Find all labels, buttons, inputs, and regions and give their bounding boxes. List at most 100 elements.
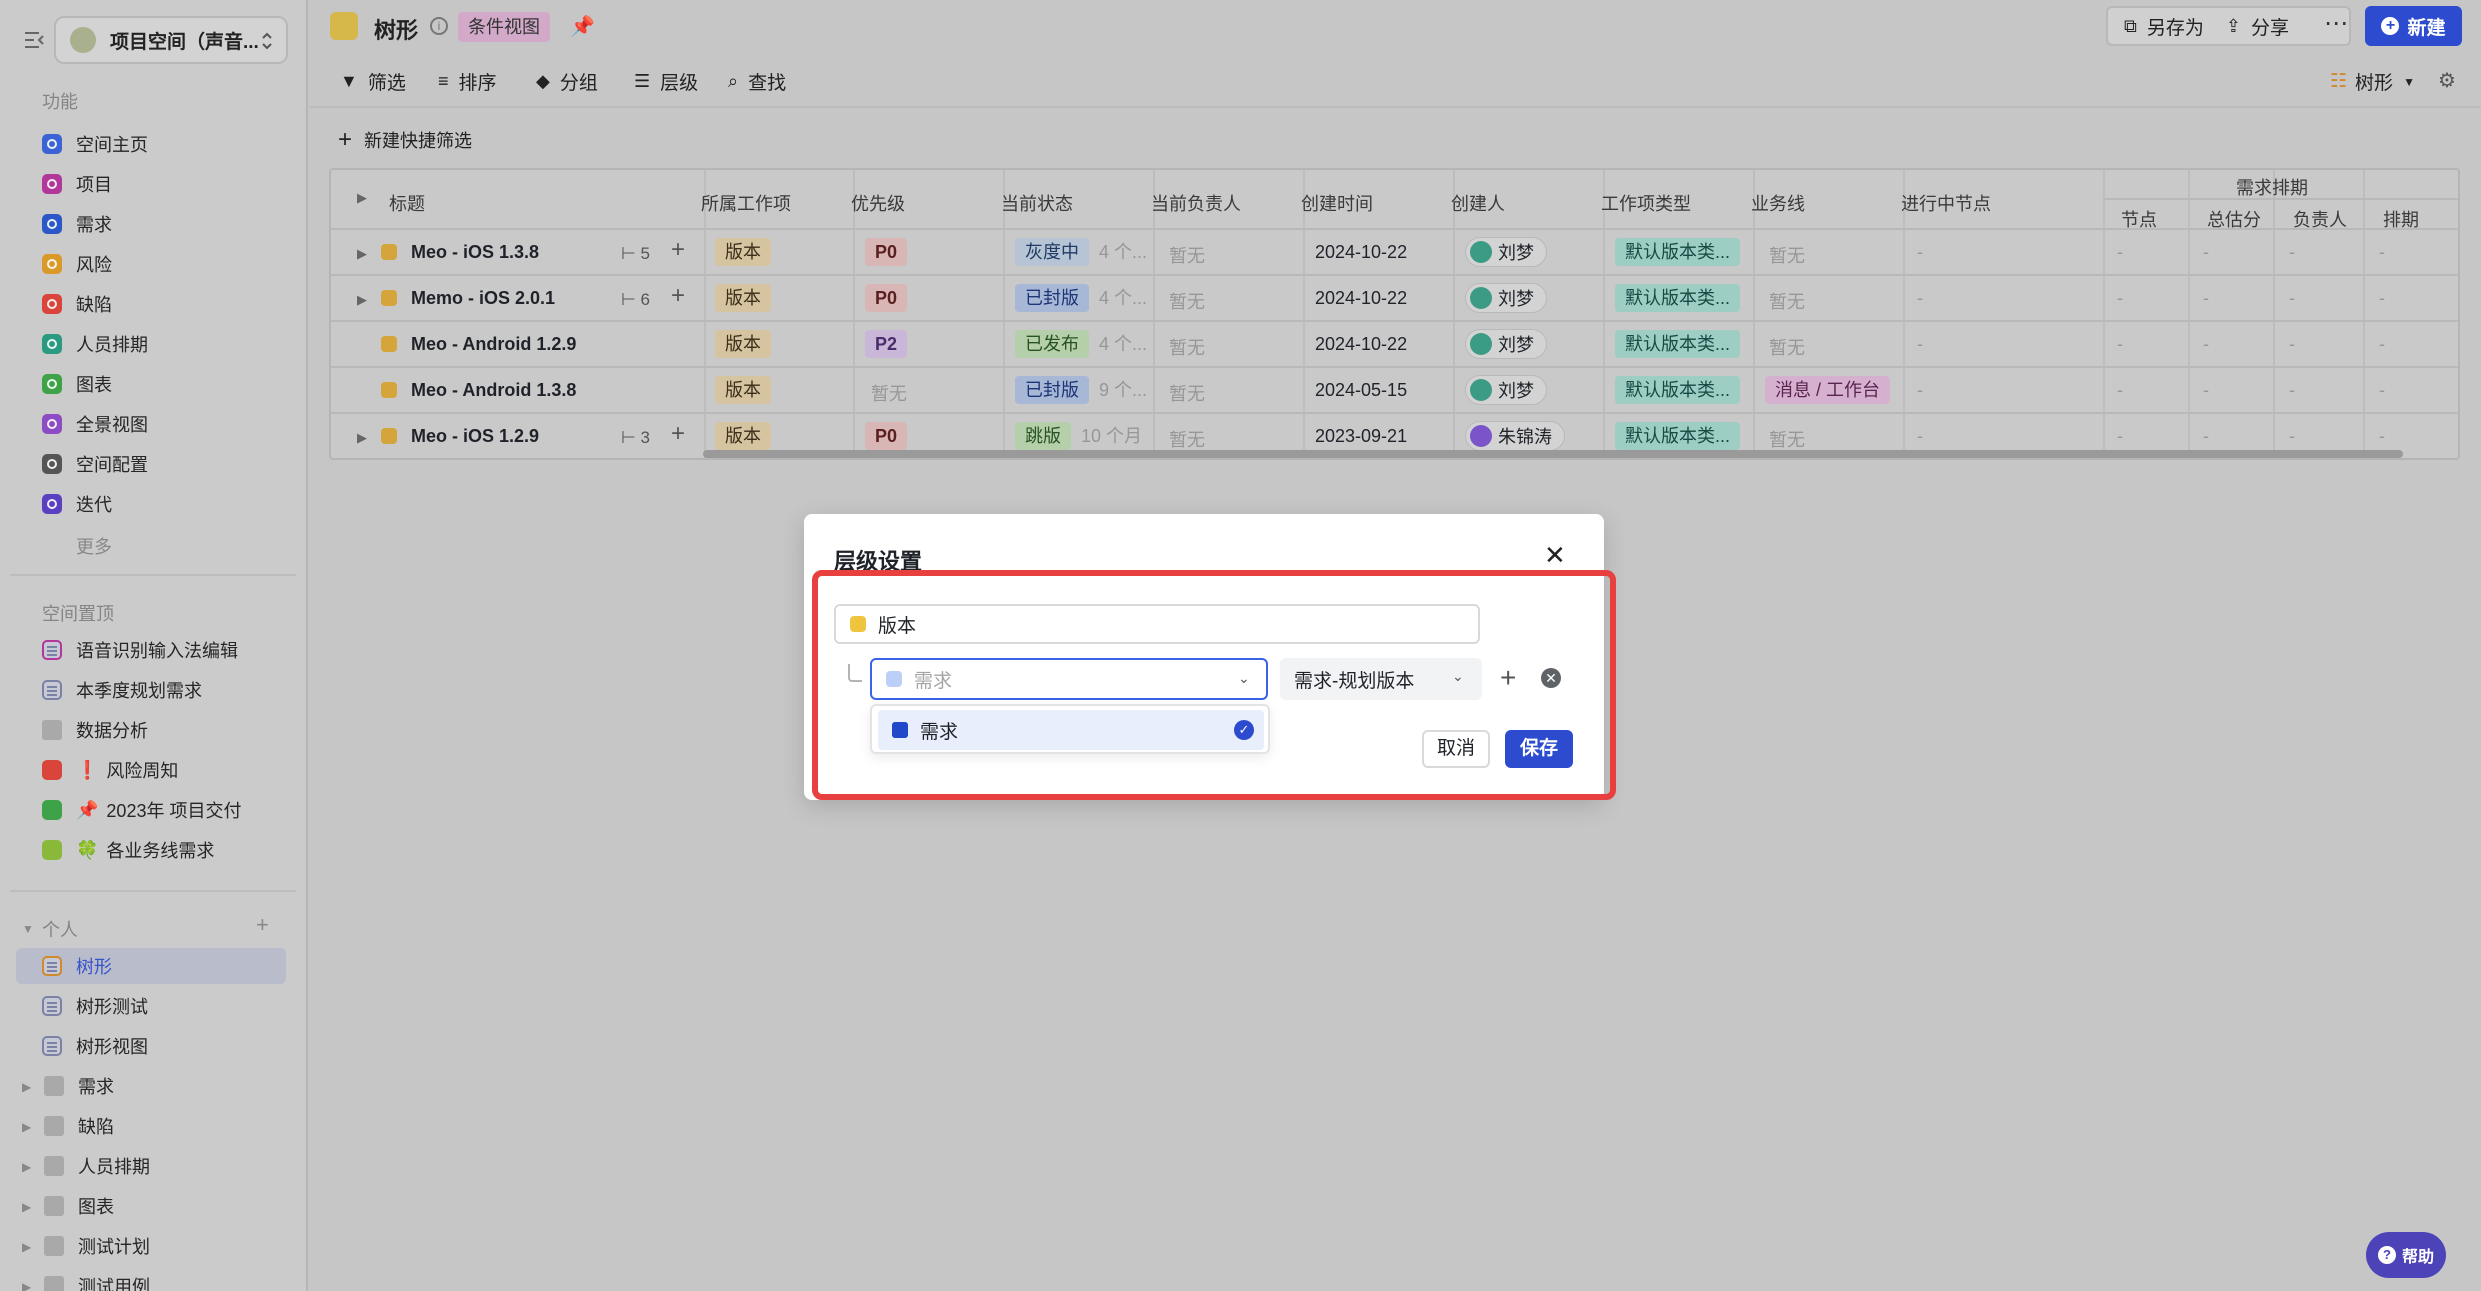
biz-cell[interactable]: 暂无	[1769, 334, 1805, 360]
close-icon[interactable]: ✕	[1544, 542, 1566, 568]
more-link[interactable]: 更多	[16, 528, 286, 564]
relation-select[interactable]: 需求-规划版本 ⌄	[1280, 658, 1482, 700]
sliders-icon[interactable]: ⚙	[2438, 68, 2456, 93]
type-cell[interactable]: 默认版本类...	[1615, 238, 1741, 266]
level-button[interactable]: ☰ 层级	[634, 68, 698, 95]
priority-cell[interactable]: P0	[865, 422, 908, 450]
priority-cell[interactable]: P2	[865, 330, 908, 358]
sidebar-item-5[interactable]: 人员排期	[16, 326, 286, 362]
column-header[interactable]: 优先级	[851, 190, 905, 216]
sidebar-item-4[interactable]: 缺陷	[16, 286, 286, 322]
owner-cell[interactable]: 暂无	[1169, 334, 1205, 360]
info-icon[interactable]: i	[430, 17, 448, 35]
status-cell[interactable]: 灰度中 4 个...	[1015, 238, 1147, 266]
pinned-item-3[interactable]: ❗ 风险周知	[16, 752, 286, 788]
dropdown-option-requirement[interactable]: 需求 ✓	[878, 710, 1264, 750]
column-header[interactable]: 进行中节点	[1901, 190, 1991, 216]
sort-button[interactable]: ≡ 排序	[438, 68, 497, 95]
creator-cell[interactable]: 刘梦	[1465, 283, 1547, 314]
sidebar-item-1[interactable]: 项目	[16, 166, 286, 202]
pin-icon[interactable]: 📌	[570, 14, 595, 39]
level1-field[interactable]: 版本	[834, 604, 1480, 644]
sidebar-collapse-icon[interactable]	[22, 28, 46, 52]
type-cell[interactable]: 默认版本类...	[1615, 330, 1741, 358]
biz-cell[interactable]: 暂无	[1769, 242, 1805, 268]
priority-cell[interactable]: P0	[865, 284, 908, 312]
sidebar-item-2[interactable]: 需求	[16, 206, 286, 242]
sub-column-header[interactable]: 节点	[2121, 206, 2157, 232]
item-cell[interactable]: 版本	[715, 238, 771, 266]
row-title[interactable]: Meo - Android 1.3.8	[381, 380, 576, 401]
remove-level-icon[interactable]: ✕	[1541, 668, 1561, 688]
type-cell[interactable]: 默认版本类...	[1615, 422, 1741, 450]
folder-1[interactable]: 缺陷	[16, 1108, 286, 1144]
horizontal-scrollbar[interactable]	[703, 450, 2403, 458]
owner-cell[interactable]: 暂无	[1169, 242, 1205, 268]
add-child-icon[interactable]: +	[671, 236, 685, 264]
pinned-item-4[interactable]: 📌 2023年 项目交付	[16, 792, 286, 828]
pinned-item-1[interactable]: 本季度规划需求	[16, 672, 286, 708]
column-header[interactable]: 所属工作项	[701, 190, 791, 216]
personal-view-1[interactable]: 树形测试	[16, 988, 286, 1024]
save-button[interactable]: 保存	[1505, 730, 1573, 768]
personal-view-2[interactable]: 树形视图	[16, 1028, 286, 1064]
creator-cell[interactable]: 刘梦	[1465, 329, 1547, 360]
sub-column-header[interactable]: 总估分	[2207, 206, 2261, 232]
more-icon[interactable]: ⋯	[2318, 6, 2354, 46]
sidebar-item-6[interactable]: 图表	[16, 366, 286, 402]
column-header[interactable]: 标题	[389, 190, 425, 216]
folder-4[interactable]: 测试计划	[16, 1228, 286, 1264]
row-title[interactable]: Meo - Android 1.2.9	[381, 334, 576, 355]
filter-button[interactable]: ▼ 筛选	[340, 68, 406, 95]
folder-2[interactable]: 人员排期	[16, 1148, 286, 1184]
save-as-button[interactable]: ⧉ 另存为	[2108, 8, 2220, 44]
expand-row-icon[interactable]: ▶	[357, 430, 367, 446]
column-header[interactable]: 创建时间	[1301, 190, 1373, 216]
type-cell[interactable]: 默认版本类...	[1615, 284, 1741, 312]
item-cell[interactable]: 版本	[715, 330, 771, 358]
status-cell[interactable]: 跳版 10 个月	[1015, 422, 1142, 450]
owner-cell[interactable]: 暂无	[1169, 288, 1205, 314]
row-title[interactable]: Memo - iOS 2.0.1	[381, 288, 555, 309]
column-header[interactable]: 当前状态	[1001, 190, 1073, 216]
view-mode-switch[interactable]: ☷ 树形 ▼	[2330, 68, 2415, 95]
biz-cell[interactable]: 暂无	[1769, 426, 1805, 452]
owner-cell[interactable]: 暂无	[1169, 426, 1205, 452]
add-child-icon[interactable]: +	[671, 420, 685, 448]
help-button[interactable]: ? 帮助	[2366, 1232, 2446, 1278]
status-cell[interactable]: 已发布 4 个...	[1015, 330, 1147, 358]
space-selector[interactable]: 项目空间（声音...	[54, 16, 288, 64]
find-button[interactable]: ⌕ 查找	[728, 68, 786, 95]
column-header[interactable]: 创建人	[1451, 190, 1505, 216]
status-cell[interactable]: 已封版 4 个...	[1015, 284, 1147, 312]
new-quick-filter-button[interactable]: + 新建快捷筛选	[338, 126, 472, 154]
folder-0[interactable]: 需求	[16, 1068, 286, 1104]
biz-cell[interactable]: 暂无	[1769, 288, 1805, 314]
caret-down-icon[interactable]: ▼	[22, 922, 34, 936]
column-header[interactable]: 业务线	[1751, 190, 1805, 216]
item-cell[interactable]: 版本	[715, 376, 771, 404]
sidebar-item-7[interactable]: 全景视图	[16, 406, 286, 442]
cancel-button[interactable]: 取消	[1422, 730, 1490, 768]
group-column-header[interactable]: 需求排期	[2236, 174, 2308, 200]
folder-3[interactable]: 图表	[16, 1188, 286, 1224]
expand-row-icon[interactable]: ▶	[357, 292, 367, 308]
sub-column-header[interactable]: 负责人	[2293, 206, 2347, 232]
share-button[interactable]: ⇪ 分享	[2220, 8, 2305, 44]
priority-cell[interactable]: 暂无	[871, 380, 907, 406]
row-title[interactable]: Meo - iOS 1.3.8	[381, 242, 539, 263]
group-button[interactable]: ◆ 分组	[536, 68, 598, 95]
sub-column-header[interactable]: 排期	[2383, 206, 2419, 232]
type-cell[interactable]: 默认版本类...	[1615, 376, 1741, 404]
add-child-icon[interactable]: +	[671, 282, 685, 310]
creator-cell[interactable]: 朱锦涛	[1465, 421, 1565, 452]
level2-select[interactable]: 需求 ⌄	[870, 658, 1268, 700]
add-personal-view-icon[interactable]: +	[256, 912, 269, 938]
status-cell[interactable]: 已封版 9 个...	[1015, 376, 1147, 404]
priority-cell[interactable]: P0	[865, 238, 908, 266]
biz-cell[interactable]: 消息 / 工作台	[1765, 376, 1891, 404]
pinned-item-0[interactable]: 语音识别输入法编辑	[16, 632, 286, 668]
new-button[interactable]: + 新建	[2365, 6, 2462, 46]
sidebar-item-3[interactable]: 风险	[16, 246, 286, 282]
sidebar-item-8[interactable]: 空间配置	[16, 446, 286, 482]
